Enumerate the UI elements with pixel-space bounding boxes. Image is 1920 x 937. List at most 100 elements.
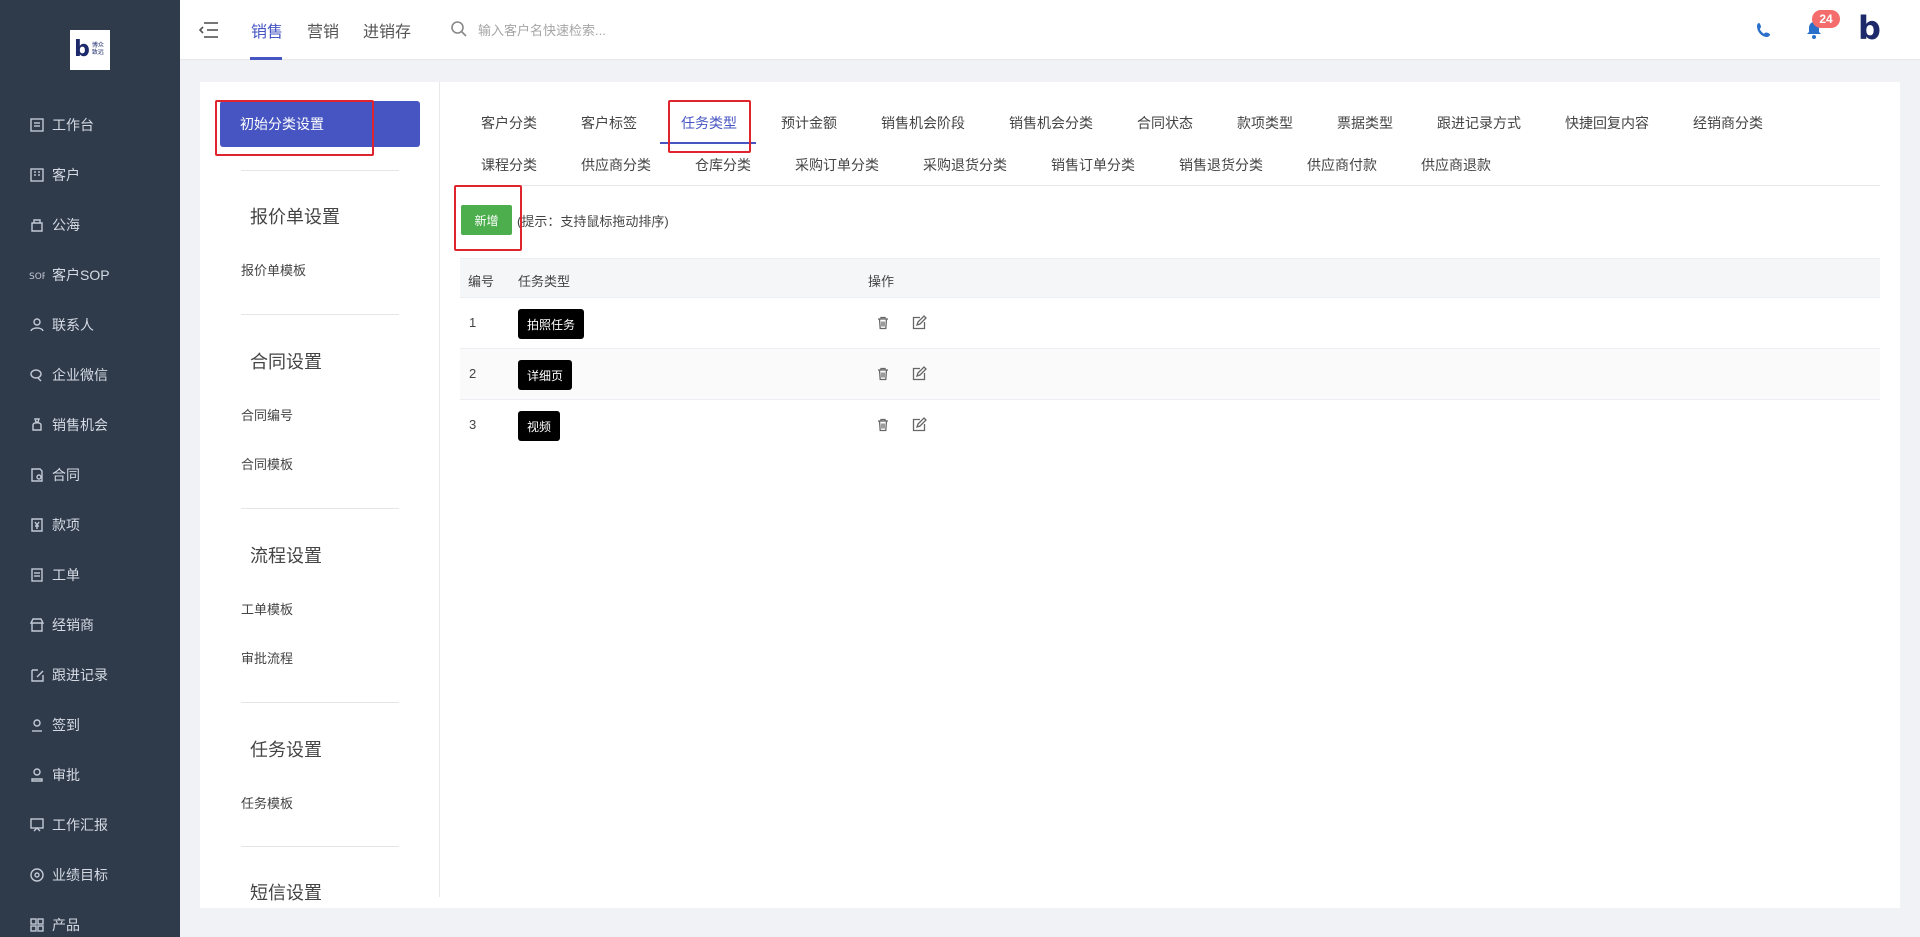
tab-payment-type[interactable]: 款项类型	[1237, 113, 1293, 133]
active-tab-underline	[660, 142, 756, 144]
sidebar-item-product[interactable]: 产品	[28, 913, 80, 937]
add-button[interactable]: 新增	[461, 205, 512, 235]
contract-number-link[interactable]: 合同编号	[241, 405, 293, 424]
approval-process-link[interactable]: 审批流程	[241, 648, 293, 667]
top-bar: 销售 营销 进销存 24 b	[180, 0, 1920, 60]
sidebar-item-performance-goal[interactable]: 业绩目标	[28, 863, 108, 887]
sidebar-item-approval[interactable]: 审批	[28, 763, 80, 787]
task-settings-heading: 任务设置	[250, 740, 322, 760]
top-tab-inventory[interactable]: 进销存	[363, 18, 411, 42]
task-type-tag[interactable]: 拍照任务	[518, 309, 585, 339]
tab-opportunity-stage[interactable]: 销售机会阶段	[881, 113, 965, 133]
table-row[interactable]: 2 详细页	[460, 349, 1880, 400]
contract-icon	[28, 466, 46, 484]
row-number: 1	[469, 315, 477, 330]
tab-supplier-category[interactable]: 供应商分类	[581, 155, 651, 175]
brand-logo[interactable]: b	[1858, 12, 1881, 44]
store-icon	[28, 616, 46, 634]
tab-opportunity-category[interactable]: 销售机会分类	[1009, 113, 1093, 133]
sidebar-item-label: 合同	[52, 467, 80, 483]
section-divider	[241, 508, 399, 509]
collapse-menu-icon[interactable]	[198, 20, 220, 40]
column-header-actions: 操作	[868, 274, 895, 289]
delete-icon[interactable]	[875, 315, 891, 331]
table-row[interactable]: 1 拍照任务	[460, 298, 1880, 349]
sidebar-item-check-in[interactable]: 签到	[28, 713, 80, 737]
sidebar-item-label: 联系人	[52, 317, 94, 333]
contract-template-link[interactable]: 合同模板	[241, 454, 293, 473]
sidebar-item-customer-sop[interactable]: SOP 客户SOP	[28, 263, 110, 287]
user-icon	[28, 316, 46, 334]
sidebar-item-payment[interactable]: 款项	[28, 513, 80, 537]
customer-search-input[interactable]	[478, 18, 778, 42]
tabs-divider	[460, 185, 1880, 186]
tab-dealer-category[interactable]: 经销商分类	[1693, 113, 1763, 133]
ticket-icon	[28, 566, 46, 584]
sidebar-item-dashboard[interactable]: 工作台	[28, 113, 94, 137]
task-type-tag[interactable]: 详细页	[518, 360, 573, 390]
tab-course-category[interactable]: 课程分类	[481, 155, 537, 175]
wechat-icon	[28, 366, 46, 384]
edit-icon[interactable]	[911, 366, 927, 382]
tab-customer-category[interactable]: 客户分类	[481, 113, 537, 133]
tab-supplier-payment[interactable]: 供应商付款	[1307, 155, 1377, 175]
edit-icon[interactable]	[911, 315, 927, 331]
logo-letter: b	[74, 37, 90, 62]
top-tab-sales[interactable]: 销售	[251, 18, 283, 42]
tab-supplier-refund[interactable]: 供应商退款	[1421, 155, 1491, 175]
section-divider	[241, 846, 399, 847]
stamp-icon	[28, 766, 46, 784]
sidebar-item-label: 公海	[52, 217, 80, 233]
building-icon	[28, 166, 46, 184]
sidebar-item-work-order[interactable]: 工单	[28, 563, 80, 587]
tab-follow-up-method[interactable]: 跟进记录方式	[1437, 113, 1521, 133]
tab-quick-reply[interactable]: 快捷回复内容	[1565, 113, 1649, 133]
top-tab-marketing[interactable]: 营销	[307, 18, 339, 42]
company-logo[interactable]: b 博众 致远	[70, 30, 110, 70]
delete-icon[interactable]	[875, 417, 891, 433]
sidebar-item-label: 工作汇报	[52, 817, 108, 833]
tab-contract-status[interactable]: 合同状态	[1137, 113, 1193, 133]
target-icon	[28, 866, 46, 884]
tab-invoice-type[interactable]: 票据类型	[1337, 113, 1393, 133]
table-row[interactable]: 3 视频	[460, 400, 1880, 451]
sidebar-item-wecom[interactable]: 企业微信	[28, 363, 108, 387]
payment-icon	[28, 516, 46, 534]
sidebar-item-contacts[interactable]: 联系人	[28, 313, 94, 337]
settings-nav: 初始分类设置 报价单设置 报价单模板 合同设置 合同编号 合同模板 流程设置 工…	[200, 82, 440, 903]
tab-warehouse-category[interactable]: 仓库分类	[695, 155, 751, 175]
sidebar-item-public-pool[interactable]: 公海	[28, 213, 80, 237]
tab-task-type[interactable]: 任务类型	[681, 113, 737, 133]
location-icon	[28, 716, 46, 734]
tab-estimated-amount[interactable]: 预计金额	[781, 113, 837, 133]
tab-sales-return-category[interactable]: 销售退货分类	[1179, 155, 1263, 175]
section-divider	[241, 170, 399, 171]
initial-category-settings-button[interactable]: 初始分类设置	[220, 101, 420, 147]
sidebar-item-sales-opportunity[interactable]: 销售机会	[28, 413, 108, 437]
task-type-tag[interactable]: 视频	[518, 411, 561, 441]
money-bag-icon	[28, 416, 46, 434]
delete-icon[interactable]	[875, 366, 891, 382]
edit-icon[interactable]	[911, 417, 927, 433]
tab-purchase-order-category[interactable]: 采购订单分类	[795, 155, 879, 175]
sidebar-item-dealer[interactable]: 经销商	[28, 613, 94, 637]
sidebar-item-contract[interactable]: 合同	[28, 463, 80, 487]
work-order-template-link[interactable]: 工单模板	[241, 599, 293, 618]
sidebar-item-label: 业绩目标	[52, 867, 108, 883]
tab-purchase-return-category[interactable]: 采购退货分类	[923, 155, 1007, 175]
contract-settings-heading: 合同设置	[250, 352, 322, 372]
quote-template-link[interactable]: 报价单模板	[241, 260, 306, 279]
sidebar-item-follow-up[interactable]: 跟进记录	[28, 663, 108, 687]
section-divider	[241, 702, 399, 703]
phone-icon[interactable]	[1754, 20, 1774, 40]
task-template-link[interactable]: 任务模板	[241, 793, 293, 812]
tab-sales-order-category[interactable]: 销售订单分类	[1051, 155, 1135, 175]
tab-customer-tag[interactable]: 客户标签	[581, 113, 637, 133]
sidebar-item-customer[interactable]: 客户	[28, 163, 80, 187]
sidebar-item-work-report[interactable]: 工作汇报	[28, 813, 108, 837]
report-icon	[28, 816, 46, 834]
logo-text: 博众 致远	[91, 43, 104, 56]
search-icon	[451, 21, 467, 37]
sidebar: b 博众 致远 工作台 客户 公海 SOP 客户SOP 联系人 企业微信 销售机…	[0, 0, 180, 937]
sidebar-item-label: 工作台	[52, 117, 94, 133]
